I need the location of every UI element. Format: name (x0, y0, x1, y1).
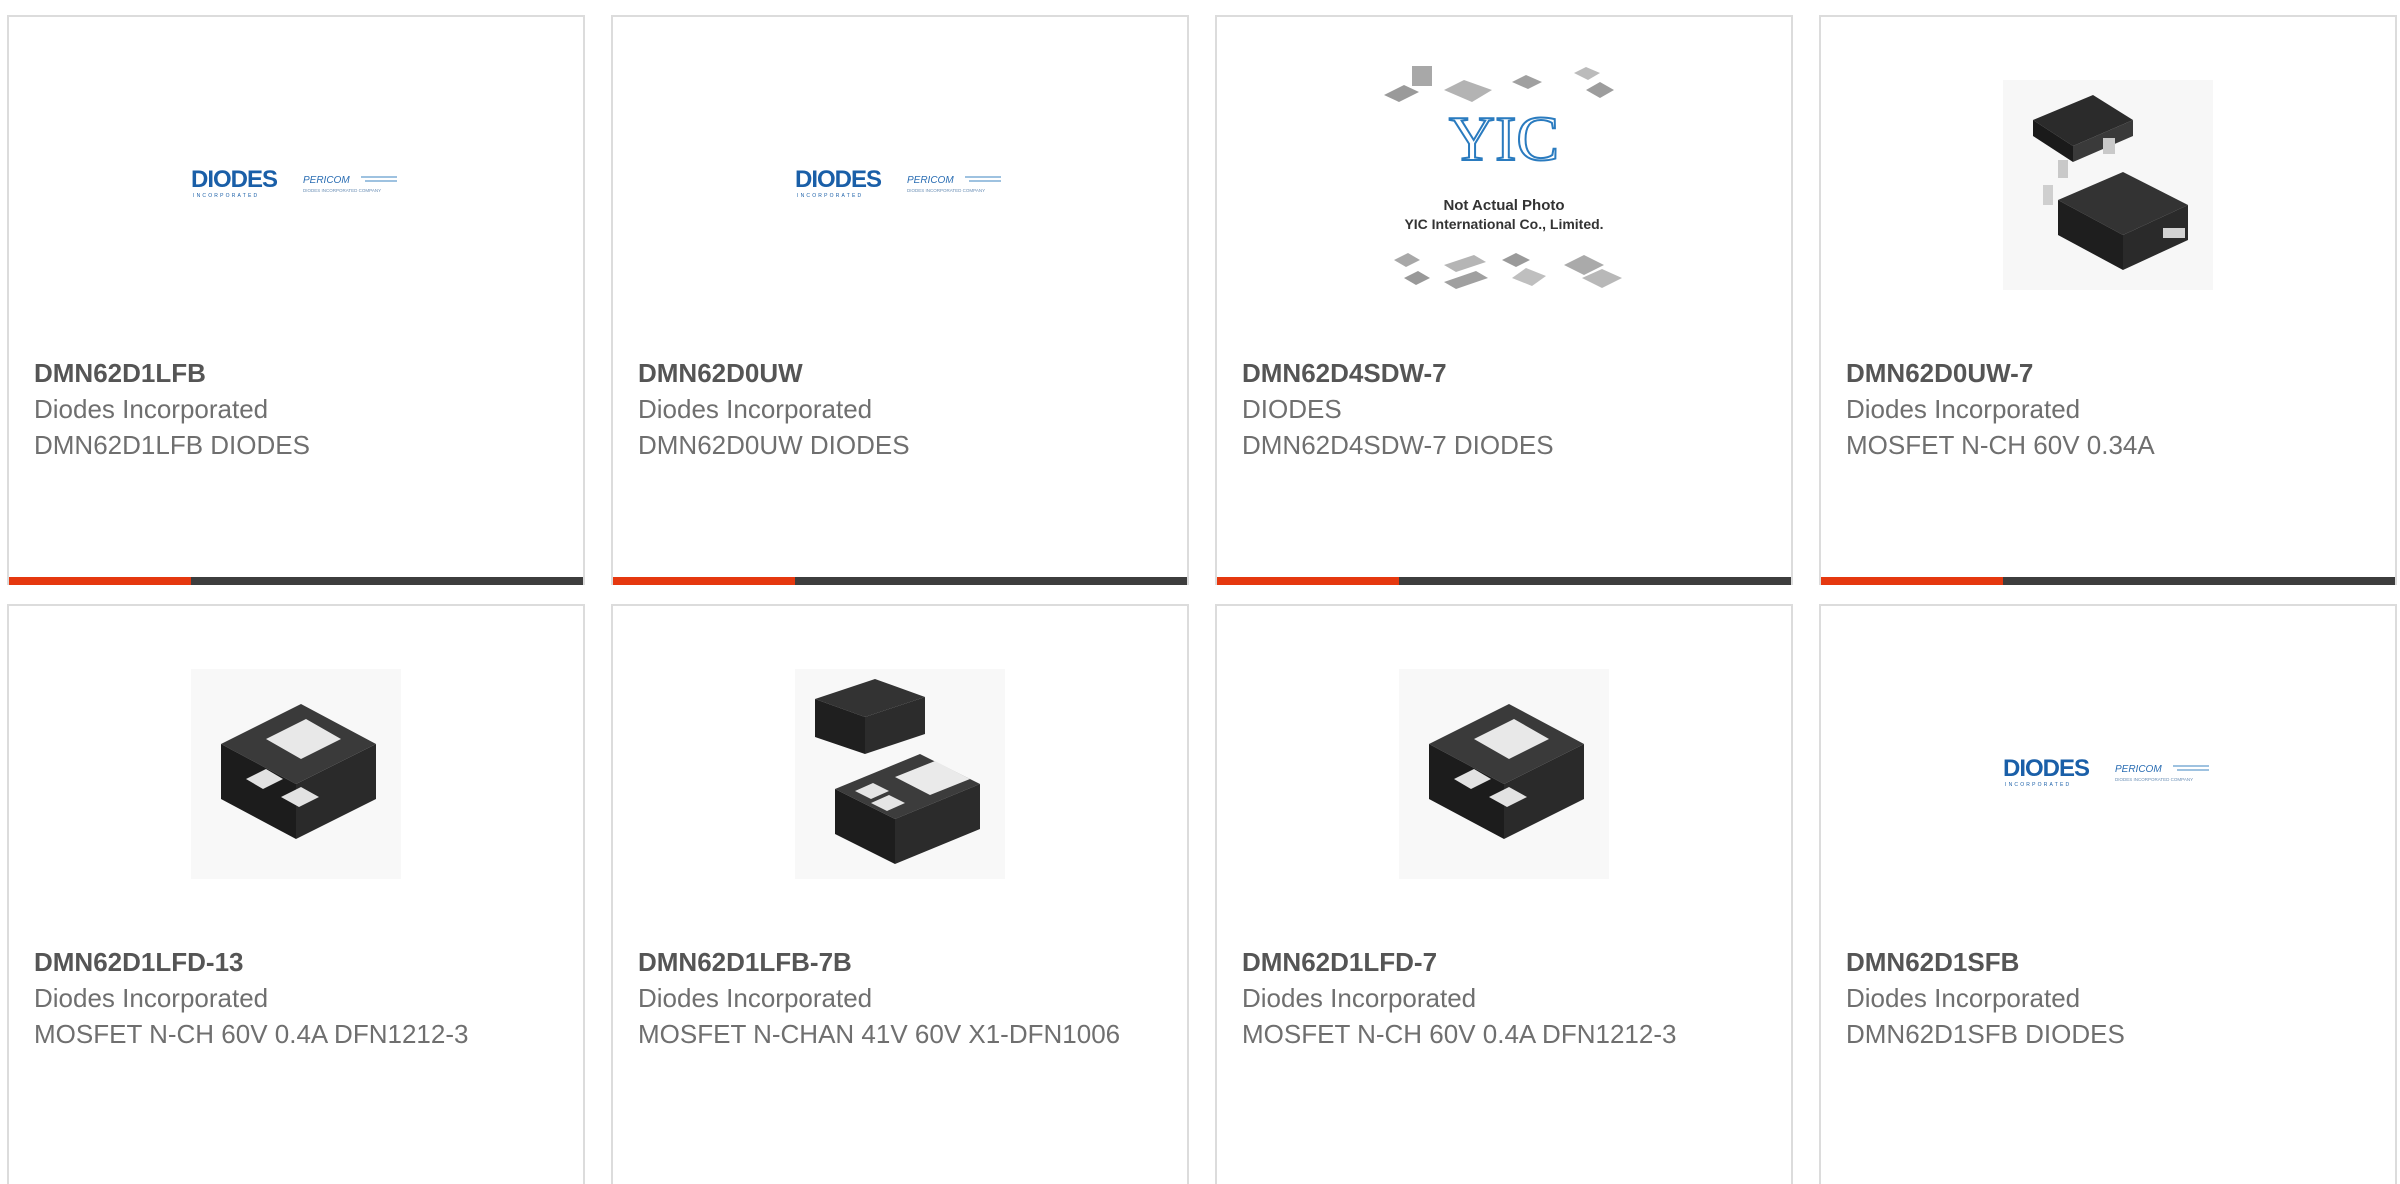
part-number-link[interactable]: DMN62D1LFD-13 (34, 944, 563, 980)
product-info: DMN62D1LFB-7B Diodes Incorporated MOSFET… (638, 944, 1167, 1052)
description: MOSFET N-CH 60V 0.4A DFN1212-3 (34, 1019, 469, 1049)
product-image[interactable]: DIODES INCORPORATED PERICOM DIODES INCOR… (613, 17, 1187, 352)
not-actual-photo-icon: YIC Not Actual Photo YIC International C… (1384, 65, 1622, 289)
description: DMN62D0UW DIODES (638, 430, 910, 460)
part-number-link[interactable]: DMN62D1LFB (34, 355, 563, 391)
product-image[interactable] (9, 606, 583, 941)
svg-text:DIODES: DIODES (2003, 755, 2090, 782)
svg-text:INCORPORATED: INCORPORATED (2005, 782, 2071, 788)
description: MOSFET N-CH 60V 0.34A (1846, 430, 2155, 460)
product-image[interactable]: DIODES INCORPORATED PERICOM DIODES INCOR… (9, 17, 583, 352)
product-card[interactable]: DMN62D1LFD-13 Diodes Incorporated MOSFET… (7, 604, 585, 1184)
card-accent-bar (1217, 577, 1791, 585)
description: MOSFET N-CHAN 41V 60V X1-DFN1006 (638, 1019, 1121, 1049)
product-card[interactable]: DMN62D1LFB-7B Diodes Incorporated MOSFET… (611, 604, 1189, 1184)
manufacturer: Diodes Incorporated (1242, 983, 1477, 1013)
svg-text:INCORPORATED: INCORPORATED (797, 193, 863, 199)
diodes-logo-icon: DIODES INCORPORATED PERICOM DIODES INCOR… (2003, 755, 2209, 788)
svg-text:DIODES INCORPORATED COMPANY: DIODES INCORPORATED COMPANY (303, 188, 381, 193)
part-number-link[interactable]: DMN62D1LFD-7 (1242, 944, 1771, 980)
product-info: DMN62D0UW Diodes Incorporated DMN62D0UW … (638, 355, 1167, 463)
dfn1212-package-icon (1399, 668, 1609, 879)
product-card[interactable]: DIODES INCORPORATED PERICOM DIODES INCOR… (1819, 604, 2397, 1184)
manufacturer: Diodes Incorporated (1846, 983, 2081, 1013)
product-card[interactable]: DIODES INCORPORATED PERICOM DIODES INCOR… (611, 15, 1189, 585)
svg-text:PERICOM: PERICOM (303, 175, 350, 186)
description: DMN62D4SDW-7 DIODES (1242, 430, 1554, 460)
product-image[interactable] (1217, 606, 1791, 941)
part-number-link[interactable]: DMN62D0UW-7 (1846, 355, 2375, 391)
product-info: DMN62D1LFD-7 Diodes Incorporated MOSFET … (1242, 944, 1771, 1052)
dfn1006-package-icon (795, 668, 1005, 879)
product-card[interactable]: DMN62D0UW-7 Diodes Incorporated MOSFET N… (1819, 15, 2397, 585)
card-accent-bar (9, 577, 583, 585)
svg-text:YIC: YIC (1449, 103, 1559, 174)
svg-text:DIODES: DIODES (191, 166, 278, 193)
svg-text:DIODES INCORPORATED COMPANY: DIODES INCORPORATED COMPANY (2115, 777, 2193, 782)
description: DMN62D1LFB DIODES (34, 430, 310, 460)
svg-text:YIC International Co., Limited: YIC International Co., Limited. (1404, 216, 1603, 232)
dfn1212-package-icon (191, 668, 401, 879)
svg-text:INCORPORATED: INCORPORATED (193, 193, 259, 199)
card-accent-bar (1821, 577, 2395, 585)
svg-text:Not Actual Photo: Not Actual Photo (1443, 197, 1564, 214)
part-number-link[interactable]: DMN62D4SDW-7 (1242, 355, 1771, 391)
product-info: DMN62D4SDW-7 DIODES DMN62D4SDW-7 DIODES (1242, 355, 1771, 463)
part-number-link[interactable]: DMN62D0UW (638, 355, 1167, 391)
manufacturer: Diodes Incorporated (34, 394, 269, 424)
part-number-link[interactable]: DMN62D1LFB-7B (638, 944, 1167, 980)
product-info: DMN62D1LFD-13 Diodes Incorporated MOSFET… (34, 944, 563, 1052)
product-image[interactable] (1821, 17, 2395, 352)
manufacturer: Diodes Incorporated (34, 983, 269, 1013)
product-image[interactable]: DIODES INCORPORATED PERICOM DIODES INCOR… (1821, 606, 2395, 941)
manufacturer: DIODES (1242, 394, 1342, 424)
product-info: DMN62D0UW-7 Diodes Incorporated MOSFET N… (1846, 355, 2375, 463)
diodes-logo-icon: DIODES INCORPORATED PERICOM DIODES INCOR… (795, 166, 1001, 199)
part-number-link[interactable]: DMN62D1SFB (1846, 944, 2375, 980)
product-info: DMN62D1SFB Diodes Incorporated DMN62D1SF… (1846, 944, 2375, 1052)
product-grid: DIODES INCORPORATED PERICOM DIODES INCOR… (0, 0, 2400, 1184)
manufacturer: Diodes Incorporated (638, 394, 873, 424)
product-card[interactable]: YIC Not Actual Photo YIC International C… (1215, 15, 1793, 585)
svg-text:PERICOM: PERICOM (907, 175, 954, 186)
product-card[interactable]: DMN62D1LFD-7 Diodes Incorporated MOSFET … (1215, 604, 1793, 1184)
description: MOSFET N-CH 60V 0.4A DFN1212-3 (1242, 1019, 1677, 1049)
description: DMN62D1SFB DIODES (1846, 1019, 2125, 1049)
svg-text:DIODES INCORPORATED COMPANY: DIODES INCORPORATED COMPANY (907, 188, 985, 193)
sot323-package-icon (2003, 79, 2213, 290)
product-image[interactable] (613, 606, 1187, 941)
product-info: DMN62D1LFB Diodes Incorporated DMN62D1LF… (34, 355, 563, 463)
product-image[interactable]: YIC Not Actual Photo YIC International C… (1217, 17, 1791, 352)
manufacturer: Diodes Incorporated (1846, 394, 2081, 424)
manufacturer: Diodes Incorporated (638, 983, 873, 1013)
diodes-logo-icon: DIODES INCORPORATED PERICOM DIODES INCOR… (191, 166, 397, 199)
product-card[interactable]: DIODES INCORPORATED PERICOM DIODES INCOR… (7, 15, 585, 585)
svg-text:DIODES: DIODES (795, 166, 882, 193)
svg-text:PERICOM: PERICOM (2115, 764, 2162, 775)
card-accent-bar (613, 577, 1187, 585)
